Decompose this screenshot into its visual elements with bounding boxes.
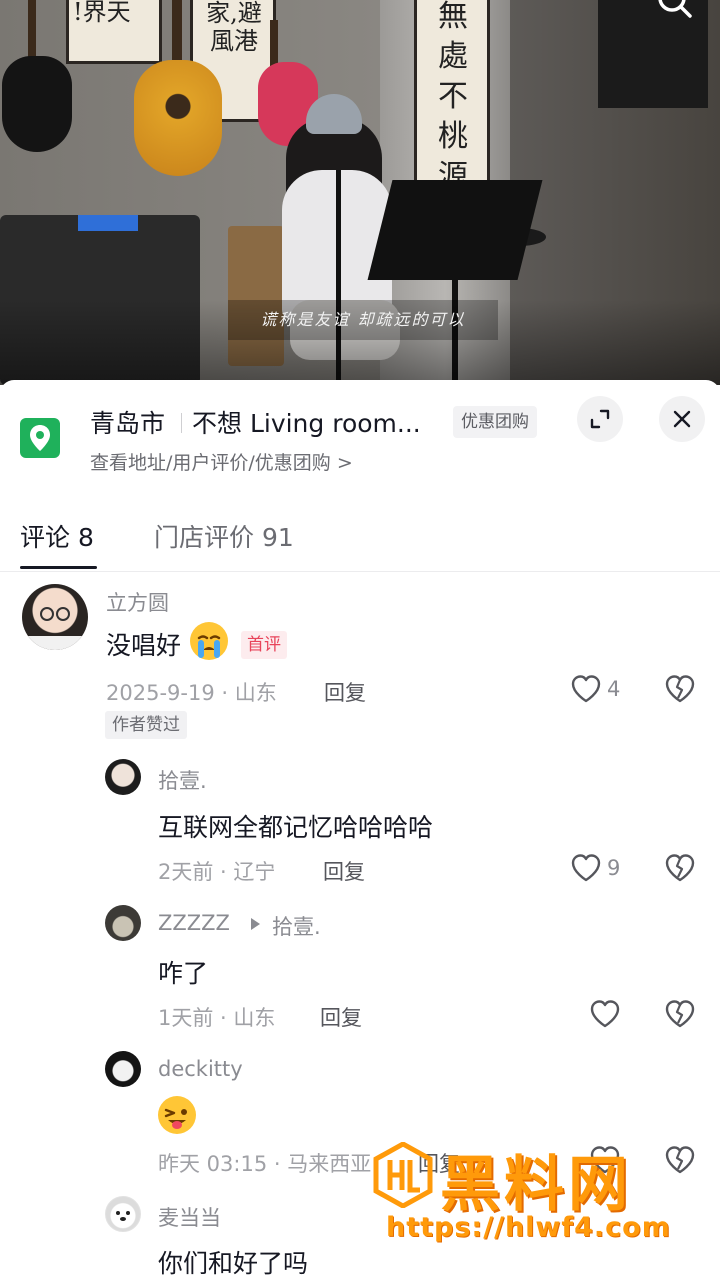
avatar[interactable]	[105, 1051, 141, 1087]
reply-meta: 1天前 · 山东	[158, 1006, 276, 1030]
close-button[interactable]	[659, 396, 705, 442]
video-player[interactable]: !界天 家,避風港 無處不桃源 谎称是友谊 却疏远的可以	[0, 0, 720, 385]
scroll-right-text: 無處不桃源	[438, 0, 468, 194]
tab-comments[interactable]: 评论 8	[20, 518, 94, 554]
poi-header[interactable]: 青岛市 不想 Living room... 优惠团购 查看地址/用户评价/优惠团…	[0, 380, 720, 500]
reply-button[interactable]: 回复	[320, 1002, 362, 1032]
winking-tongue-face-icon	[158, 1096, 196, 1134]
expand-icon	[590, 409, 610, 429]
watermark: 黑料网 https://hlwf4.com	[368, 1138, 708, 1273]
like-count: 9	[607, 856, 621, 880]
reply-text: 互联网全都记忆哈哈哈哈	[158, 813, 434, 842]
reply-text: 你们和好了吗	[158, 1249, 309, 1278]
poi-sub-links[interactable]: 查看地址/用户评价/优惠团购 >	[90, 448, 353, 475]
heart-icon[interactable]	[589, 999, 621, 1029]
reply-text: 咋了	[158, 959, 209, 988]
dislike-icon[interactable]	[664, 853, 696, 883]
electric-guitar-black	[2, 56, 72, 152]
reply-username[interactable]: ZZZZZ	[158, 911, 230, 935]
crying-face-icon	[190, 622, 228, 660]
reply-to-username[interactable]: 拾壹.	[272, 911, 321, 941]
avatar[interactable]	[105, 905, 141, 941]
scroll-left-text: !界天	[73, 0, 131, 26]
scroll-mid-text: 家,避風港	[206, 0, 262, 55]
comment-username[interactable]: 立方圆	[106, 587, 169, 617]
avatar[interactable]	[105, 1196, 141, 1232]
calligraphy-scroll-left: !界天	[66, 0, 162, 64]
location-pin-icon	[20, 418, 60, 458]
search-icon[interactable]	[650, 0, 698, 26]
reply-button[interactable]: 回复	[324, 677, 366, 707]
reply-username[interactable]: 拾壹.	[158, 765, 207, 795]
heart-icon[interactable]	[570, 853, 602, 883]
watermark-url: https://hlwf4.com	[386, 1212, 671, 1243]
author-liked-badge: 作者赞过	[105, 711, 187, 739]
poi-city[interactable]: 青岛市	[90, 404, 165, 440]
avatar[interactable]	[105, 759, 141, 795]
poi-name[interactable]: 不想 Living room...	[192, 404, 432, 440]
reply-arrow-icon	[251, 918, 260, 930]
expand-button[interactable]	[577, 396, 623, 442]
like-count: 4	[607, 677, 621, 701]
acoustic-guitar	[134, 60, 222, 176]
watermark-title: 黑料网	[440, 1150, 632, 1220]
comment-meta: 2025-9-19 · 山东	[106, 681, 277, 705]
tab-bar: 评论 8 门店评价 91	[0, 508, 720, 572]
drum-module-screen	[78, 215, 138, 231]
dislike-icon[interactable]	[664, 674, 696, 704]
reply-meta: 2天前 · 辽宁	[158, 860, 276, 884]
watermark-logo	[373, 1142, 433, 1208]
comment-text: 没唱好	[106, 631, 182, 660]
heart-icon[interactable]	[570, 674, 602, 704]
calligraphy-scroll-right: 無處不桃源	[414, 0, 490, 194]
avatar-face	[22, 607, 88, 650]
video-subtitle: 谎称是友谊 却疏远的可以	[228, 300, 498, 340]
first-comment-badge: 首评	[241, 631, 287, 659]
close-icon	[673, 410, 691, 428]
dislike-icon[interactable]	[664, 999, 696, 1029]
avatar[interactable]	[22, 584, 88, 650]
reply-button[interactable]: 回复	[323, 856, 365, 886]
guitar-neck-left	[28, 0, 36, 60]
active-tab-indicator	[20, 566, 97, 569]
dog-avatar	[116, 1211, 130, 1221]
poi-divider	[181, 413, 182, 433]
reply-username[interactable]: 麦当当	[158, 1202, 221, 1232]
reply-meta: 昨天 03:15 · 马来西亚	[158, 1152, 372, 1176]
group-buy-tag[interactable]: 优惠团购	[453, 406, 537, 438]
tab-store-reviews[interactable]: 门店评价 91	[154, 518, 294, 554]
reply-username[interactable]: deckitty	[158, 1057, 243, 1081]
